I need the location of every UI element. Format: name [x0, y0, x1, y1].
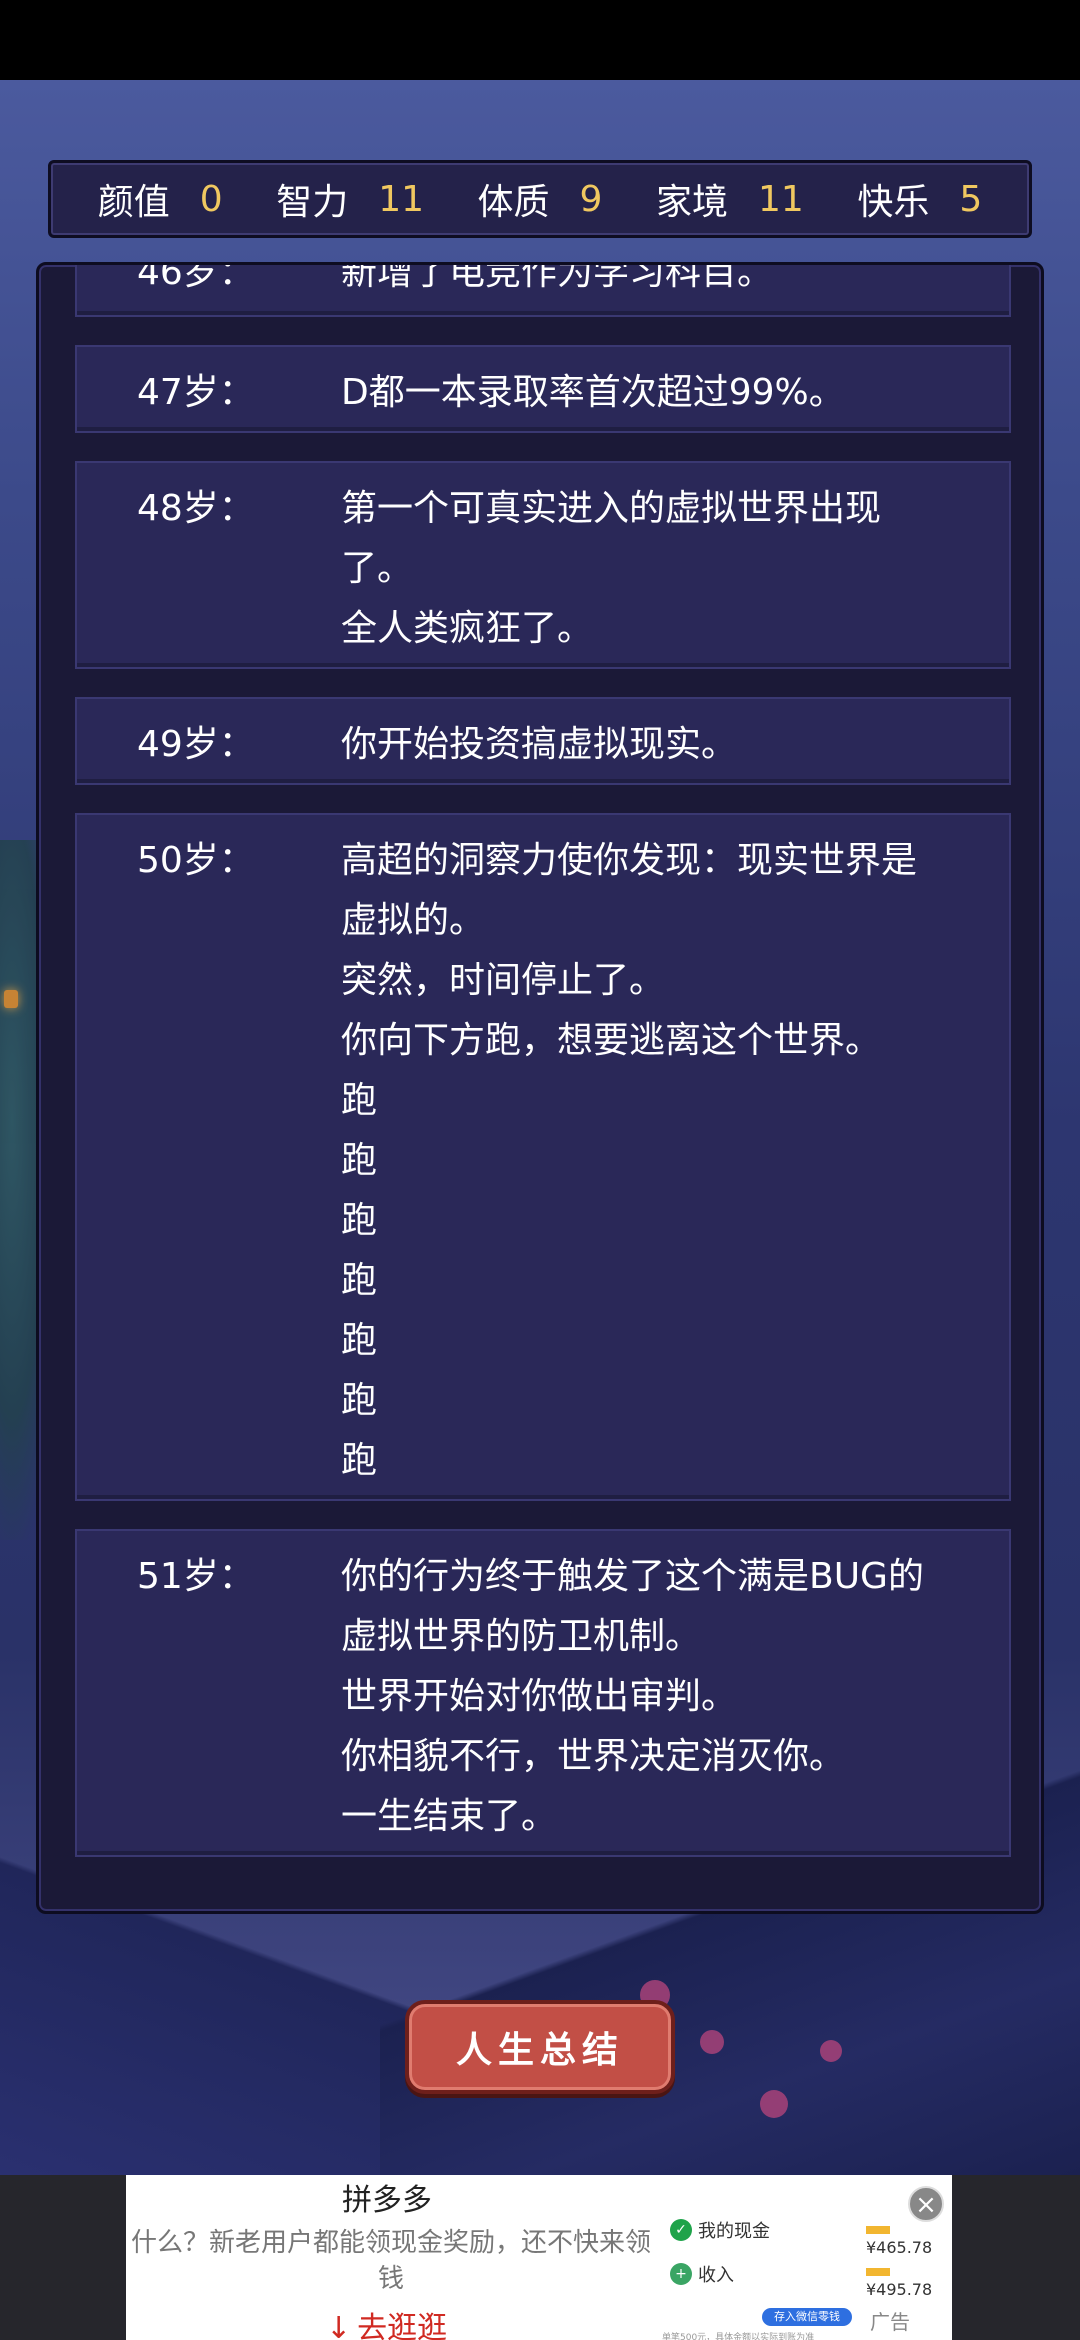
ad-amount-text: ¥465.78	[866, 2238, 933, 2257]
check-icon: ✓	[670, 2219, 692, 2241]
event-line: 世界开始对你做出审判。	[341, 1676, 738, 1717]
event-line: 全人类疯狂了。	[341, 608, 594, 649]
event-line: 新增了电竞作为学习科目。	[341, 262, 774, 293]
attribute-happiness: 快乐 5	[857, 173, 982, 225]
event-text: 你开始投资搞虚拟现实。	[341, 715, 1001, 775]
attribute-label: 智力	[276, 182, 349, 223]
life-summary-button[interactable]: 人生总结	[405, 2000, 675, 2094]
event-line: 第一个可真实进入的虚拟世界出现	[341, 488, 882, 529]
ad-amount-text: ¥495.78	[866, 2280, 933, 2299]
coupon-icon	[866, 2225, 890, 2234]
event-text: 新增了电竞作为学习科目。	[341, 262, 1001, 303]
event-line: 跑	[341, 1200, 378, 1241]
attribute-value: 9	[579, 178, 603, 220]
event-age: 51岁：	[137, 1556, 255, 1597]
attribute-bar: 颜值 0 智力 11 体质 9 家境 11 快乐 5	[48, 160, 1032, 238]
event-line: 虚拟的。	[341, 900, 486, 941]
event-line: 你的行为终于触发了这个满是BUG的	[341, 1556, 924, 1597]
event-text: 你的行为终于触发了这个满是BUG的 虚拟世界的防卫机制。 世界开始对你做出审判。…	[341, 1547, 1001, 1847]
event-line: 跑	[341, 1380, 378, 1421]
attribute-label: 快乐	[857, 182, 930, 223]
ad-income-row: + 收入	[670, 2261, 734, 2287]
event-line: 虚拟世界的防卫机制。	[341, 1616, 702, 1657]
event-age: 49岁：	[137, 724, 255, 765]
ad-row-label: 收入	[698, 2265, 734, 2286]
event-line: 跑	[341, 1440, 378, 1481]
event-line: 了。	[341, 548, 414, 589]
ad-cta-label: 去逛逛	[357, 2311, 448, 2340]
ad-row-amount: ¥495.78	[866, 2261, 952, 2299]
event-entry: 50岁： 高超的洞察力使你发现：现实世界是 虚拟的。 突然，时间停止了。 你向下…	[75, 813, 1011, 1501]
event-line: 你相貌不行，世界决定消灭你。	[341, 1736, 846, 1777]
blossom	[820, 2040, 842, 2062]
event-line: 你向下方跑，想要逃离这个世界。	[341, 1020, 882, 1061]
event-line: 跑	[341, 1140, 378, 1181]
ad-pill-button: 存入微信零钱	[762, 2308, 852, 2326]
ad-row-amount: ¥465.78	[866, 2219, 952, 2257]
ad-fine-print: 单笔500元，具体金额以实际到账为准	[662, 2333, 815, 2340]
attribute-constitution: 体质 9	[478, 173, 603, 225]
event-line: D都一本录取率首次超过99%。	[341, 372, 845, 413]
ad-cta-button[interactable]: ↓ 去逛逛	[326, 2303, 447, 2340]
event-line: 跑	[341, 1080, 378, 1121]
event-entry: 46岁： 新增了电竞作为学习科目。	[75, 262, 1011, 317]
attribute-value: 0	[199, 178, 223, 220]
event-entry: 49岁： 你开始投资搞虚拟现实。	[75, 697, 1011, 785]
event-text: D都一本录取率首次超过99%。	[341, 363, 1001, 423]
ad-row-label: 我的现金	[698, 2221, 770, 2242]
event-age: 50岁：	[137, 840, 255, 881]
event-line: 跑	[341, 1320, 378, 1361]
event-age: 48岁：	[137, 488, 255, 529]
ad-title: 拼多多	[342, 2183, 432, 2218]
event-line: 跑	[341, 1260, 378, 1301]
attribute-value: 11	[378, 178, 425, 220]
event-entry: 48岁： 第一个可真实进入的虚拟世界出现 了。 全人类疯狂了。	[75, 461, 1011, 669]
ad-cash-row: ✓ 我的现金	[670, 2217, 770, 2243]
event-line: 高超的洞察力使你发现：现实世界是	[341, 840, 918, 881]
life-events-panel[interactable]: 46岁： 新增了电竞作为学习科目。 47岁： D都一本录取率首次超过99%。 4…	[36, 262, 1044, 1914]
lantern-icon	[4, 990, 18, 1008]
blossom	[760, 2090, 788, 2118]
event-line: 一生结束了。	[341, 1796, 558, 1837]
arrow-down-icon: ↓	[326, 2311, 352, 2340]
income-icon: +	[670, 2263, 692, 2285]
ad-banner[interactable]: 拼多多 什么？新老用户都能领现金奖励，还不快来领钱 ↓ 去逛逛 ✓ 我的现金 ¥4…	[126, 2175, 952, 2340]
attribute-value: 5	[959, 178, 983, 220]
blossom	[700, 2030, 724, 2054]
attribute-intelligence: 智力 11	[276, 173, 424, 225]
close-icon[interactable]: ×	[908, 2186, 944, 2222]
event-text: 高超的洞察力使你发现：现实世界是 虚拟的。 突然，时间停止了。 你向下方跑，想要…	[341, 831, 1001, 1491]
event-entry: 47岁： D都一本录取率首次超过99%。	[75, 345, 1011, 433]
attribute-label: 体质	[477, 182, 550, 223]
event-line: 突然，时间停止了。	[341, 960, 666, 1001]
attribute-appearance: 颜值 0	[98, 173, 223, 225]
attribute-value: 11	[757, 178, 804, 220]
event-line: 你开始投资搞虚拟现实。	[341, 724, 738, 765]
event-entry: 51岁： 你的行为终于触发了这个满是BUG的 虚拟世界的防卫机制。 世界开始对你…	[75, 1529, 1011, 1857]
event-age: 46岁：	[137, 262, 255, 293]
ad-description: 什么？新老用户都能领现金奖励，还不快来领钱	[130, 2228, 651, 2294]
attribute-label: 颜值	[97, 182, 170, 223]
status-bar	[0, 0, 1080, 80]
event-age: 47岁：	[137, 372, 255, 413]
coupon-icon	[866, 2267, 890, 2276]
event-text: 第一个可真实进入的虚拟世界出现 了。 全人类疯狂了。	[341, 479, 1001, 659]
attribute-family: 家境 11	[656, 173, 804, 225]
attribute-label: 家境	[655, 182, 728, 223]
ad-label: 广告	[870, 2310, 910, 2334]
